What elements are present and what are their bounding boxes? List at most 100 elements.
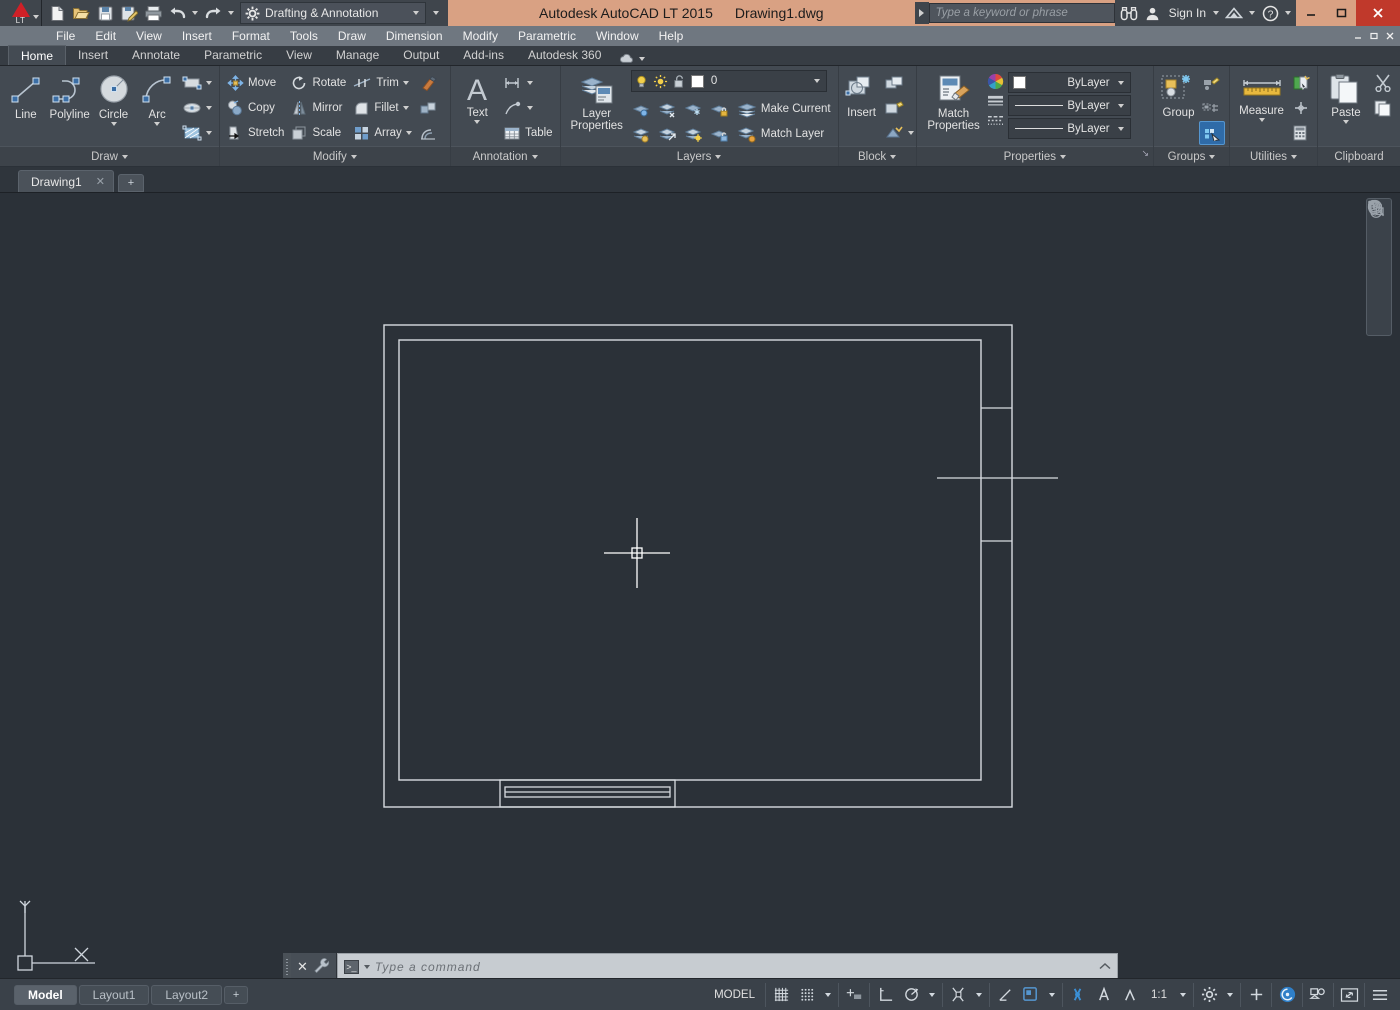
close-command-icon[interactable]: ✕ [297, 959, 308, 975]
customization-menu-icon[interactable] [1368, 983, 1392, 1007]
panel-title-utilities[interactable]: Utilities [1230, 146, 1317, 166]
annotation-leader-button[interactable] [500, 96, 556, 120]
chevron-down-icon[interactable] [474, 120, 481, 124]
copy-clipboard-button[interactable] [1370, 96, 1396, 120]
annotation-scale[interactable]: 1:1 [1144, 983, 1174, 1007]
sign-in-label[interactable]: Sign In [1165, 6, 1210, 20]
object-snap-toggle[interactable] [946, 983, 970, 1007]
chevron-down-icon[interactable] [206, 106, 213, 110]
sign-in-dropdown-icon[interactable] [1210, 2, 1222, 24]
draw-ellipse-button[interactable] [179, 96, 215, 120]
doc-close-button[interactable] [1382, 27, 1398, 45]
help-icon[interactable]: ? [1258, 2, 1282, 24]
menu-item-edit[interactable]: Edit [85, 26, 126, 46]
draw-polyline-button[interactable]: Polyline [48, 69, 92, 121]
dynamic-input-toggle[interactable] [842, 983, 866, 1007]
annotation-dimension-button[interactable] [500, 71, 556, 95]
properties-dialog-launcher[interactable]: ↘ [1141, 143, 1149, 163]
command-line-grip[interactable] [283, 953, 291, 981]
chevron-down-icon[interactable] [110, 122, 117, 126]
command-input[interactable]: >_ Type a command [336, 953, 1118, 981]
application-menu-button[interactable]: LT [0, 0, 42, 26]
panel-title-properties[interactable]: Properties ↘ [916, 143, 1153, 166]
layout-tab-layout2[interactable]: Layout2 [151, 984, 223, 1005]
layout-tab-model[interactable]: Model [14, 984, 77, 1005]
menu-item-help[interactable]: Help [649, 26, 694, 46]
block-create-button[interactable] [881, 71, 917, 95]
polar-tracking-toggle[interactable] [899, 983, 923, 1007]
ortho-mode-toggle[interactable] [873, 983, 897, 1007]
open-file-icon[interactable] [70, 2, 92, 24]
drawing-canvas[interactable] [0, 193, 1400, 978]
orbit-icon[interactable] [1368, 200, 1390, 293]
modify-rotate-button[interactable]: Rotate [288, 71, 349, 95]
chevron-down-icon[interactable] [527, 106, 534, 110]
file-tab-drawing1[interactable]: Drawing1 ✕ [18, 170, 114, 192]
tab-autodesk-360[interactable]: Autodesk 360 [516, 45, 613, 65]
workspace-dropdown[interactable] [1223, 983, 1237, 1007]
chevron-down-icon[interactable] [1343, 120, 1349, 124]
autoscale-toggle[interactable] [1118, 983, 1142, 1007]
user-account-icon[interactable] [1141, 2, 1165, 24]
snap-dropdown[interactable] [821, 983, 835, 1007]
panel-title-draw[interactable]: Draw [0, 146, 219, 166]
layout-tab-layout1[interactable]: Layout1 [78, 984, 150, 1005]
paste-button[interactable]: Paste [1322, 69, 1370, 124]
modify-scale-button[interactable]: Scale [288, 121, 349, 145]
menu-item-parametric[interactable]: Parametric [508, 26, 586, 46]
add-toolbar-icon[interactable] [1244, 983, 1268, 1007]
tab-output[interactable]: Output [391, 45, 451, 65]
layer-unlock-button[interactable] [707, 122, 732, 146]
workspace-selector[interactable]: Drafting & Annotation [240, 2, 426, 24]
modify-stretch-button[interactable]: Stretch [224, 121, 287, 145]
customize-wrench-icon[interactable] [313, 957, 330, 977]
cloud-sync-button[interactable] [619, 53, 646, 65]
linetype-combo[interactable]: ByLayer [1007, 118, 1131, 139]
save-file-icon[interactable] [94, 2, 116, 24]
menu-item-dimension[interactable]: Dimension [376, 26, 453, 46]
draw-rectangle-button[interactable] [179, 71, 215, 95]
transparency-toggle[interactable] [1066, 983, 1090, 1007]
lineweight-dropdown[interactable] [1045, 983, 1059, 1007]
model-space-button[interactable]: MODEL [707, 983, 762, 1007]
chevron-down-icon[interactable] [1114, 103, 1128, 108]
grid-display-toggle[interactable] [769, 983, 793, 1007]
modify-copy-button[interactable]: Copy [224, 96, 287, 120]
modify-erase-button[interactable] [416, 71, 441, 95]
color-wheel-icon[interactable] [987, 73, 1004, 90]
lineweight-toggle[interactable] [1019, 983, 1043, 1007]
chevron-down-icon[interactable] [154, 122, 161, 126]
match-properties-button[interactable]: Match Properties [921, 70, 987, 132]
redo-dropdown-icon[interactable] [226, 2, 236, 24]
group-selection-toggle[interactable] [1199, 121, 1225, 145]
doc-minimize-button[interactable] [1350, 27, 1366, 45]
save-as-icon[interactable] [118, 2, 140, 24]
layer-lock-button[interactable] [707, 97, 732, 121]
plot-icon[interactable] [142, 2, 164, 24]
command-history-icon[interactable] [1099, 960, 1111, 974]
navbar-menu-icon[interactable] [1368, 201, 1390, 310]
hardware-acceleration-icon[interactable] [1275, 983, 1299, 1007]
layer-isolate-button[interactable] [629, 97, 654, 121]
chevron-down-icon[interactable] [413, 11, 419, 15]
chevron-down-icon[interactable] [405, 131, 412, 135]
layer-control-combo[interactable]: 0 [630, 70, 827, 92]
unlock-icon[interactable] [672, 74, 687, 89]
object-color-combo[interactable]: ByLayer [1007, 72, 1131, 93]
undo-dropdown-icon[interactable] [190, 2, 200, 24]
panel-title-annotation[interactable]: Annotation [450, 146, 560, 166]
modify-array-button[interactable]: Array [350, 121, 414, 145]
chevron-down-icon[interactable] [1114, 80, 1128, 85]
osnap-dropdown[interactable] [972, 983, 986, 1007]
close-button[interactable] [1356, 0, 1400, 26]
modify-explode-button[interactable] [416, 96, 441, 120]
autodesk-360-dropdown-icon[interactable] [1246, 2, 1258, 24]
layer-properties-button[interactable]: Layer Properties [565, 68, 629, 132]
modify-trim-button[interactable]: Trim [350, 71, 414, 95]
menu-item-draw[interactable]: Draw [328, 26, 376, 46]
new-file-icon[interactable] [46, 2, 68, 24]
snap-mode-toggle[interactable] [795, 983, 819, 1007]
block-insert-button[interactable]: Insert [843, 69, 881, 119]
pan-hand-icon[interactable] [1368, 200, 1390, 269]
menu-item-insert[interactable]: Insert [172, 26, 222, 46]
